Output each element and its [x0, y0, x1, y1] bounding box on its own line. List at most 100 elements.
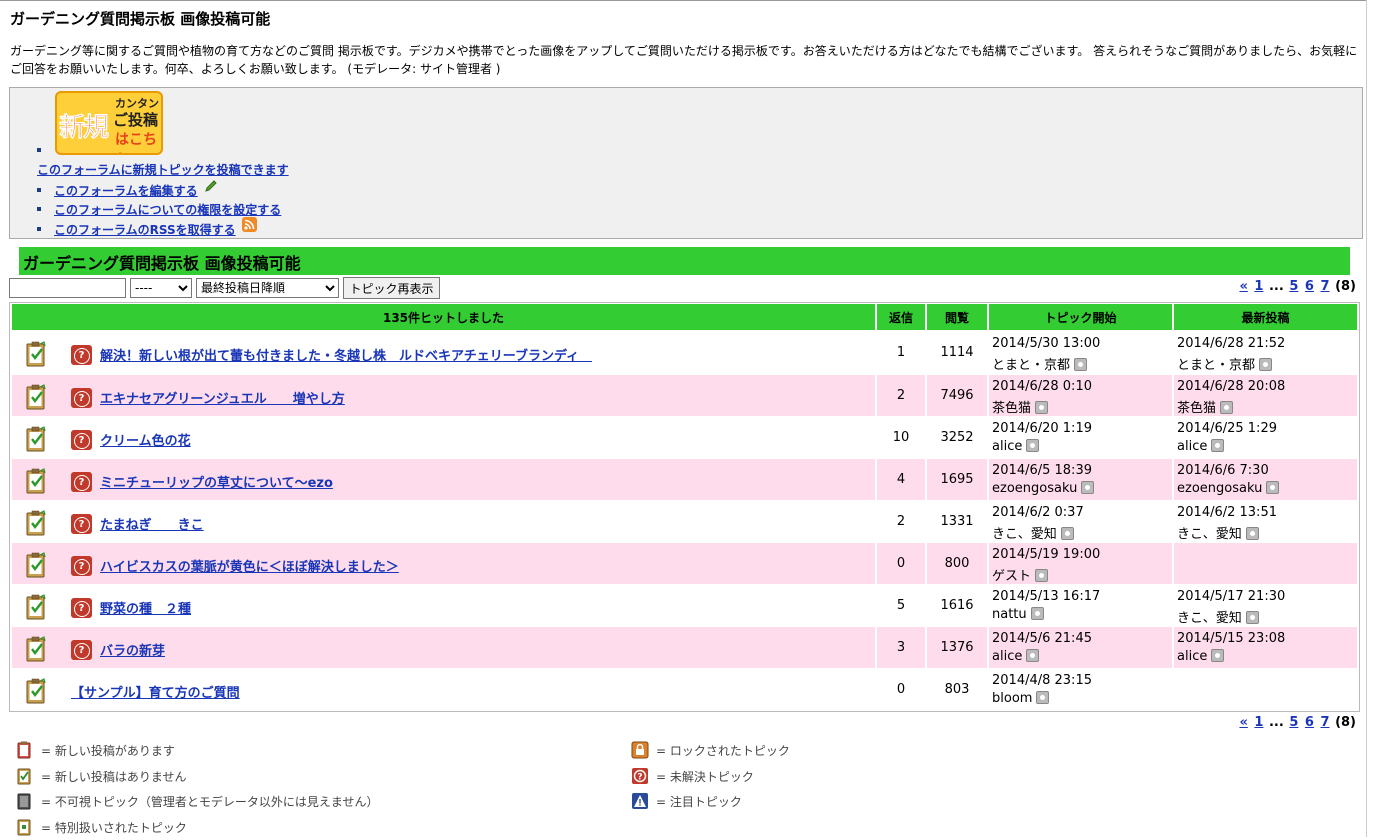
special-topic-icon	[16, 818, 32, 836]
user-profile-icon[interactable]	[1259, 358, 1273, 371]
topic-folder-icon	[25, 552, 46, 578]
latest-user: きこ、愛知	[1177, 607, 1259, 626]
topic-title-link[interactable]: たまねぎ きこ	[100, 514, 204, 533]
user-profile-icon[interactable]	[1220, 401, 1234, 414]
reply-count: 5	[896, 598, 906, 613]
latest-user: alice	[1177, 649, 1225, 664]
pager-prev[interactable]: «	[1239, 715, 1247, 730]
latest-user: とまと・京都	[1177, 354, 1273, 373]
new-post-badge[interactable]: 新規 カンタン ご投稿 はこちら	[55, 91, 163, 155]
user-profile-icon[interactable]	[1036, 691, 1050, 704]
unsolved-question-icon: ?	[71, 345, 92, 365]
topic-title-link[interactable]: ミニチューリップの草丈について〜ezo	[100, 472, 333, 491]
user-profile-icon[interactable]	[1074, 358, 1088, 371]
user-profile-icon[interactable]	[1266, 481, 1280, 494]
user-profile-icon[interactable]	[1081, 481, 1095, 494]
view-count: 7496	[940, 388, 974, 403]
topic-row: ? ハイビスカスの葉脈が黄色に＜ほぼ解決しました＞ 0 800 2014/5/19 19…	[12, 543, 1357, 584]
latest-user: 茶色猫	[1177, 397, 1234, 416]
pager-page[interactable]: 7	[1320, 715, 1329, 730]
reply-count: 3	[896, 640, 906, 655]
view-count: 3252	[940, 430, 974, 445]
view-count: 1114	[940, 345, 974, 360]
sort-select[interactable]: 最終投稿日降順	[196, 278, 339, 298]
reply-count: 2	[896, 514, 906, 529]
bullet	[37, 188, 41, 192]
pager-page[interactable]: 5	[1289, 715, 1298, 730]
pager-page[interactable]: 7	[1320, 279, 1329, 294]
reply-count: 0	[896, 682, 906, 697]
pager-page[interactable]: 5	[1289, 279, 1298, 294]
user-profile-icon[interactable]	[1245, 611, 1259, 624]
new-posts-icon	[16, 741, 32, 759]
topic-row: ? ミニチューリップの草丈について〜ezo 4 1695 2014/6/5 18:39 e…	[12, 459, 1357, 500]
topic-title-link[interactable]: 解決！新しい根が出て蕾も付きました・冬越し株 ルドベキアチェリーブランディ	[100, 345, 592, 364]
latest-user: ezoengosaku	[1177, 481, 1280, 496]
latest-date: 2014/6/6 7:30	[1177, 463, 1269, 478]
user-profile-icon[interactable]	[1026, 439, 1040, 452]
user-profile-icon[interactable]	[1211, 439, 1225, 452]
user-profile-icon[interactable]	[1035, 401, 1049, 414]
start-user-name: とまと・京都	[992, 358, 1071, 373]
start-date: 2014/5/6 21:45	[992, 631, 1092, 646]
reply-count: 0	[896, 556, 906, 571]
new-topic-link[interactable]: このフォーラムに新規トピックを投稿できます	[37, 161, 289, 178]
unsolved-question-icon: ?	[71, 388, 92, 408]
topic-title-link[interactable]: バラの新芽	[100, 640, 165, 659]
forum-title-bar: ガーデニング質問掲示板 画像投稿可能	[19, 247, 1350, 275]
topic-title-link[interactable]: ハイビスカスの葉脈が黄色に＜ほぼ解決しました＞	[100, 556, 399, 575]
view-count: 1695	[940, 472, 974, 487]
unsolved-question-icon: ?	[71, 556, 92, 576]
start-user: きこ、愛知	[992, 523, 1074, 542]
legend-unsolved: = 未解決トピック	[656, 770, 754, 784]
pager-prev[interactable]: «	[1239, 279, 1247, 294]
topic-title-link[interactable]: 野菜の種 ２種	[100, 598, 191, 617]
start-user: 茶色猫	[992, 397, 1049, 416]
permissions-link[interactable]: このフォーラムについての権限を設定する	[54, 201, 281, 218]
latest-post-header: 最新投稿	[1174, 304, 1357, 330]
topic-title-link[interactable]: エキナセアグリーンジュエル 増やし方	[100, 388, 345, 407]
topic-folder-icon	[25, 594, 46, 620]
user-profile-icon[interactable]	[1026, 649, 1040, 662]
rss-link[interactable]: このフォーラムのRSSを取得する	[54, 221, 236, 238]
start-user: alice	[992, 649, 1040, 664]
user-profile-icon[interactable]	[1030, 607, 1044, 620]
edit-pencil-icon	[204, 179, 218, 197]
latest-user-name: alice	[1177, 439, 1208, 454]
user-profile-icon[interactable]	[1245, 527, 1259, 540]
edit-forum-link[interactable]: このフォーラムを編集する	[54, 182, 198, 199]
refresh-topics-button[interactable]: トピック再表示	[343, 277, 440, 299]
topic-title-link[interactable]: クリーム色の花	[100, 430, 191, 449]
column-separator	[1172, 332, 1174, 710]
pager-page-first[interactable]: 1	[1254, 279, 1263, 294]
bullet	[37, 227, 41, 231]
latest-date: 2014/5/17 21:30	[1177, 589, 1286, 604]
unsolved-question-icon: ?	[71, 640, 92, 660]
topic-folder-icon	[25, 384, 46, 410]
replies-header: 返信	[877, 304, 925, 330]
topic-row: ? クリーム色の花 10 3252 2014/6/20 1:19 alice 2014/6/…	[12, 417, 1357, 458]
top-rule	[0, 0, 1366, 1]
hit-count-header: 135件ヒットしました	[12, 304, 875, 330]
topic-folder-icon	[25, 636, 46, 662]
latest-user-name: きこ、愛知	[1177, 611, 1242, 626]
user-profile-icon[interactable]	[1035, 569, 1049, 582]
pager-page[interactable]: 6	[1305, 715, 1314, 730]
view-count: 1376	[940, 640, 974, 655]
topic-folder-icon	[25, 468, 46, 494]
pager-page[interactable]: 6	[1305, 279, 1314, 294]
topic-title-link[interactable]: 【サンプル】育て方のご質問	[71, 682, 240, 701]
pager-bottom: « 1 ... 5 6 7 (8)	[1238, 715, 1356, 730]
topic-folder-icon	[25, 510, 46, 536]
column-separator	[875, 332, 877, 710]
filter-select[interactable]: ----	[130, 278, 192, 298]
start-date: 2014/6/2 0:37	[992, 505, 1084, 520]
notice-topic-icon	[631, 792, 648, 810]
view-count: 1616	[940, 598, 974, 613]
user-profile-icon[interactable]	[1060, 527, 1074, 540]
rss-icon[interactable]	[242, 217, 257, 236]
latest-date: 2014/6/25 1:29	[1177, 421, 1277, 436]
pager-page-first[interactable]: 1	[1254, 715, 1263, 730]
search-input[interactable]	[9, 278, 126, 298]
user-profile-icon[interactable]	[1211, 649, 1225, 662]
